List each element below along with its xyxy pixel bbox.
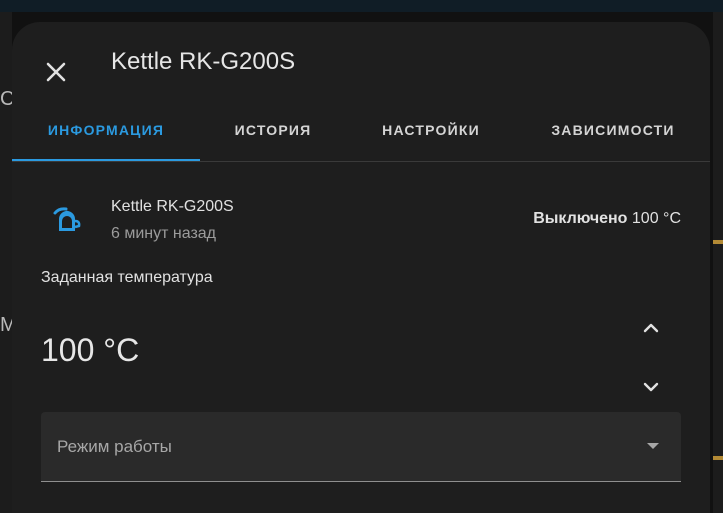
entity-name: Kettle RK-G200S [111, 198, 234, 215]
tab-info[interactable]: ИНФОРМАЦИЯ [12, 108, 200, 162]
tab-settings[interactable]: НАСТРОЙКИ [346, 108, 516, 162]
background-top-bar [0, 0, 723, 12]
dialog-title: Kettle RK-G200S [111, 48, 296, 75]
entity-current-temperature: 100 °C [631, 210, 681, 227]
decrease-temperature-button[interactable] [636, 372, 666, 402]
dropdown-arrow-icon [647, 443, 659, 449]
background-accent-line [713, 456, 723, 460]
entity-last-changed: 6 минут назад [111, 225, 217, 242]
tab-bar: ИНФОРМАЦИЯ ИСТОРИЯ НАСТРОЙКИ ЗАВИСИМОСТИ [12, 108, 710, 162]
entity-state: Выключено 100 °C [533, 210, 681, 228]
more-info-dialog: Kettle RK-G200S ИНФОРМАЦИЯ ИСТОРИЯ НАСТР… [12, 22, 710, 513]
chevron-down-icon [643, 382, 659, 392]
background-accent-line [713, 240, 723, 244]
close-button[interactable] [36, 52, 76, 92]
target-temperature-label: Заданная температура [41, 269, 213, 286]
increase-temperature-button[interactable] [636, 313, 666, 343]
tab-history[interactable]: ИСТОРИЯ [200, 108, 346, 162]
background-right-panel [713, 12, 723, 513]
entity-state-label: Выключено [533, 210, 628, 227]
operation-mode-label: Режим работы [57, 437, 172, 456]
operation-mode-select[interactable]: Режим работы [41, 412, 681, 482]
kettle-icon [53, 207, 81, 231]
chevron-up-icon [643, 323, 659, 333]
tab-related[interactable]: ЗАВИСИМОСТИ [516, 108, 710, 162]
target-temperature-value: 100 °C [41, 332, 140, 368]
active-tab-indicator [12, 159, 200, 161]
close-icon [46, 62, 66, 82]
